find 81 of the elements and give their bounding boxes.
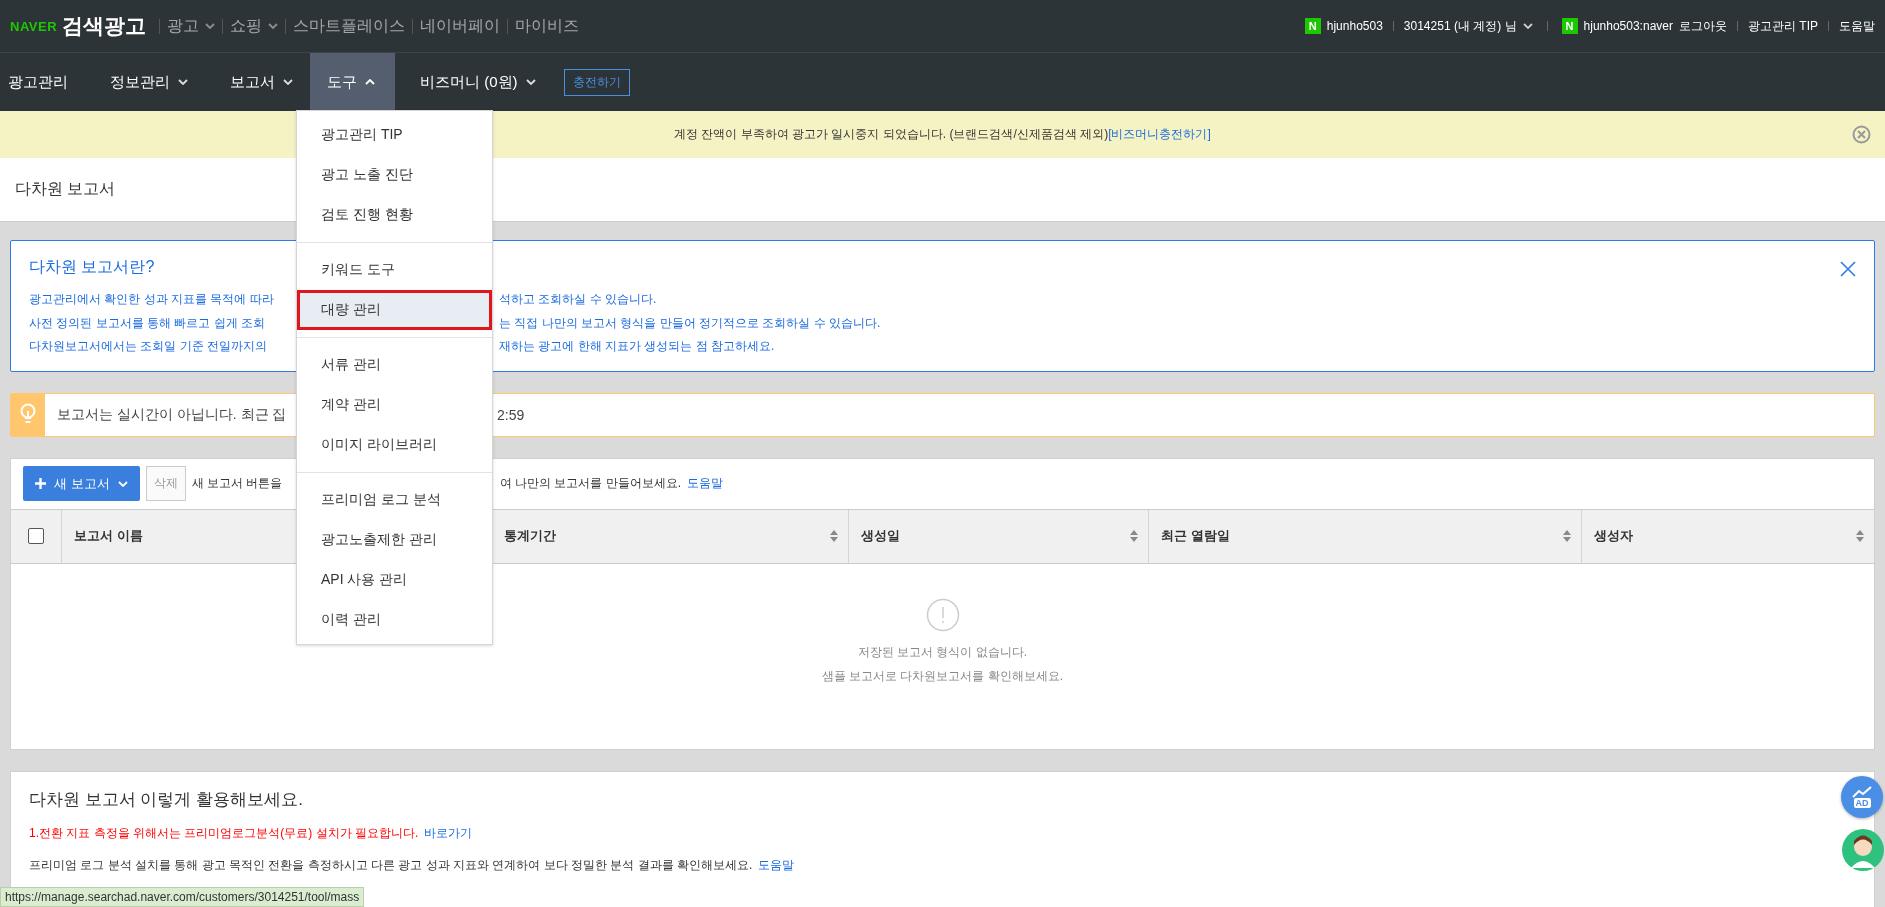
- guide-text: 프리미엄 로그 분석 설치를 통해 광고 목적인 전환을 측정하시고 다른 광고 성과 지표와 연계하여 보다 정밀한 분석 결과를 확인해보세요.: [29, 856, 753, 874]
- chevron-icon: [1522, 23, 1533, 29]
- menu-item[interactable]: API 사용 관리: [297, 560, 492, 600]
- chevron-icon: [283, 79, 293, 85]
- top-link[interactable]: 스마트플레이스: [293, 15, 406, 37]
- nav-tab[interactable]: 보고서: [222, 53, 293, 111]
- sort-icon[interactable]: [1563, 530, 1571, 542]
- nav-tab[interactable]: 비즈머니 (0원): [412, 53, 536, 111]
- menu-item[interactable]: 이미지 라이브러리: [297, 425, 492, 465]
- chevron-icon: [365, 79, 375, 85]
- menu-item[interactable]: 키워드 도구: [297, 250, 492, 290]
- chevron-icon: [178, 79, 188, 85]
- logout-link[interactable]: 로그아웃: [1679, 17, 1727, 35]
- info-text: 는 직접 나만의 보고서 형식을 만들어 정기적으로 조회하실 수 있습니다.: [499, 314, 881, 332]
- menu-item[interactable]: 대량 관리: [297, 290, 492, 330]
- top-link[interactable]: 광고: [167, 15, 216, 37]
- info-text: 광고관리에서 확인한 성과 지표를 목적에 따라: [29, 292, 274, 306]
- notice-text: 2:59: [497, 406, 525, 423]
- info-title: 다차원 보고서란?: [29, 257, 155, 277]
- avatar-button[interactable]: [1841, 828, 1885, 872]
- account-switcher[interactable]: 3014251 (내 계정) 님: [1403, 17, 1533, 35]
- checkbox[interactable]: [28, 528, 44, 544]
- nav-tab[interactable]: 도구: [310, 53, 395, 111]
- chevron-icon: [268, 23, 279, 29]
- menu-item[interactable]: 광고노출제한 관리: [297, 520, 492, 560]
- top-link[interactable]: 네이버페이: [420, 15, 501, 37]
- column-header[interactable]: 생성일: [861, 527, 900, 545]
- empty-hint: 샘플 보고서로 다차원보고서를 확인해보세요.: [821, 667, 1064, 685]
- guide-link[interactable]: 도움말: [758, 856, 795, 874]
- chevron-icon: [117, 480, 128, 487]
- chevron-icon: [525, 79, 536, 85]
- naver-badge: N: [1561, 18, 1578, 34]
- info-text: 석하고 조회하실 수 있습니다.: [499, 291, 657, 308]
- info-text: 사전 정의된 보고서를 통해 빠르고 쉽게 조회: [29, 315, 265, 330]
- page-title: 다차원 보고서: [15, 179, 116, 199]
- top-link[interactable]: 마이비즈: [515, 15, 580, 37]
- menu-item[interactable]: 광고 노출 진단: [297, 155, 492, 195]
- hint-text: 새 보고서 버튼을: [191, 476, 283, 490]
- column-header[interactable]: 통계기간: [504, 527, 556, 545]
- menu-item[interactable]: 검토 진행 현황: [297, 195, 492, 235]
- menu-item[interactable]: 이력 관리: [297, 600, 492, 640]
- charge-link[interactable]: [비즈머니충전하기]: [1108, 126, 1211, 143]
- new-report-button[interactable]: 새 보고서: [23, 466, 140, 501]
- help-link[interactable]: 도움말: [686, 475, 723, 492]
- column-header[interactable]: 생성자: [1594, 527, 1633, 545]
- empty-message: 저장된 보고서 형식이 없습니다.: [857, 643, 1028, 661]
- hint-text: 여 나만의 보고서를 만들어보세요.: [499, 475, 681, 492]
- naver-logo[interactable]: NAVER: [10, 18, 58, 34]
- column-header[interactable]: 최근 열람일: [1161, 527, 1230, 545]
- guide-text: 1.전환 지표 측정을 위해서는 프리미엄로그분석(무료) 설치가 필요합니다.: [29, 824, 419, 842]
- sort-icon[interactable]: [1856, 530, 1864, 542]
- banner-message: 계정 잔액이 부족하여 광고가 일시중지 되었습니다. (브랜드검색/신제품검색 제외): [674, 126, 1109, 143]
- charge-button[interactable]: 충전하기: [563, 68, 630, 96]
- help-link[interactable]: 도움말: [1839, 17, 1875, 35]
- info-text: 다차원보고서에서는 조회일 기준 전일까지의: [29, 339, 267, 353]
- menu-item[interactable]: 서류 관리: [297, 345, 492, 385]
- chevron-icon: [205, 23, 216, 29]
- menu-item[interactable]: 광고관리 TIP: [297, 115, 492, 155]
- login-user: hjunho503:naver: [1583, 19, 1673, 33]
- column-header[interactable]: 보고서 이름: [74, 527, 143, 545]
- nav-tab[interactable]: 광고관리: [0, 53, 68, 111]
- exclamation-icon: [925, 597, 960, 632]
- menu-item[interactable]: 계약 관리: [297, 385, 492, 425]
- sort-icon[interactable]: [1130, 530, 1138, 542]
- account-user: hjunho503: [1326, 19, 1383, 33]
- tip-link[interactable]: 광고관리 TIP: [1748, 17, 1818, 35]
- sort-icon[interactable]: [830, 530, 838, 542]
- close-icon[interactable]: [1852, 125, 1871, 144]
- close-icon[interactable]: [1840, 261, 1856, 277]
- info-text: 재하는 광고에 한해 지표가 생성되는 점 참고하세요.: [499, 338, 775, 355]
- guide-title: 다차원 보고서 이렇게 활용해보세요.: [29, 788, 303, 811]
- top-link[interactable]: 쇼핑: [230, 15, 279, 37]
- notice-text: 보고서는 실시간이 아닙니다. 최근 집: [57, 405, 287, 422]
- menu-item[interactable]: 프리미엄 로그 분석: [297, 480, 492, 520]
- status-url: https://manage.searchad.naver.com/customers/3014251/tool/mass: [5, 890, 360, 904]
- nav-tab[interactable]: 정보관리: [102, 53, 188, 111]
- naver-badge: N: [1304, 18, 1321, 34]
- plus-icon: [35, 478, 46, 489]
- trend-icon: [1852, 786, 1872, 798]
- guide-link[interactable]: 바로가기: [424, 824, 473, 842]
- product-title: 검색광고: [62, 13, 147, 39]
